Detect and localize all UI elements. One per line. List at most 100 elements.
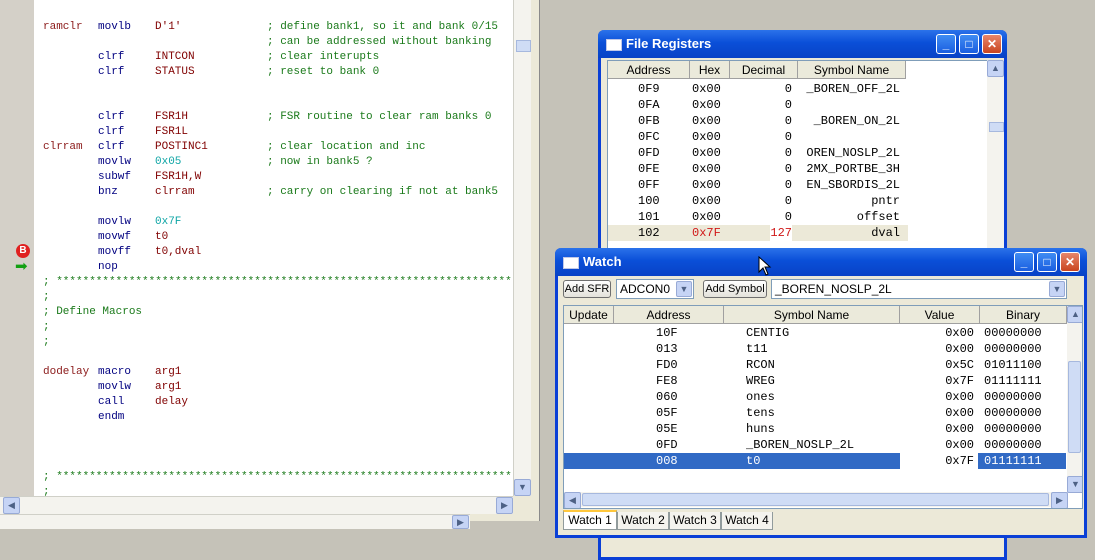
code-operand: STATUS xyxy=(155,66,195,78)
watch-horizontal-scrollbar[interactable]: ◀ ▶ xyxy=(564,492,1068,508)
watch-value[interactable]: 0x00 xyxy=(900,341,978,357)
code-area[interactable]: ramclr movlb D'1' ; define bank1, so it and… xyxy=(34,0,513,496)
sfr-select[interactable]: ADCON0 ▼ xyxy=(616,279,694,299)
breakpoint-icon[interactable]: B xyxy=(16,244,30,258)
scroll-right-icon[interactable]: ▶ xyxy=(452,515,469,529)
code-mnemonic: subwf xyxy=(98,171,132,183)
maximize-icon[interactable]: □ xyxy=(959,34,979,54)
editor-horizontal-scrollbar[interactable]: ◀ ▶ xyxy=(0,496,513,514)
watch-value[interactable]: 0x7F xyxy=(900,373,978,389)
register-row[interactable]: 0FE 0x00 0 2MX_PORTBE_3H xyxy=(608,161,908,177)
column-header-value[interactable]: Value xyxy=(900,306,980,324)
register-symbol: dval xyxy=(871,226,900,240)
watch-value[interactable]: 0x00 xyxy=(900,405,978,421)
register-symbol: _BOREN_ON_2L xyxy=(813,114,900,128)
code-operand: delay xyxy=(155,396,189,408)
symbol-select[interactable]: _BOREN_NOSLP_2L ▼ xyxy=(771,279,1067,299)
scroll-down-icon[interactable]: ▼ xyxy=(514,479,531,496)
code-operand: 0x7F xyxy=(155,216,182,228)
watch-value[interactable]: 0x7F xyxy=(900,453,978,469)
code-operand: POSTINC1 xyxy=(155,141,208,153)
watch-symbol: ones xyxy=(746,390,775,404)
scrollbar-thumb[interactable] xyxy=(582,493,1049,506)
scrollbar-thumb[interactable] xyxy=(989,122,1004,132)
watch-row[interactable]: 0FD _BOREN_NOSLP_2L 0x00 00000000 xyxy=(564,437,1066,453)
scrollbar-thumb[interactable] xyxy=(1068,361,1081,453)
column-header-address[interactable]: Address xyxy=(614,306,724,324)
register-row[interactable]: 0FC 0x00 0 xyxy=(608,129,908,145)
symbol-select-value: _BOREN_NOSLP_2L xyxy=(775,282,892,296)
code-operand: clrram xyxy=(155,186,195,198)
file-registers-titlebar[interactable]: File Registers _ □ ✕ xyxy=(598,30,1007,58)
register-row[interactable]: 100 0x00 0 pntr xyxy=(608,193,908,209)
register-row[interactable]: 0FB 0x00 0 _BOREN_ON_2L xyxy=(608,113,908,129)
code-mnemonic: movlw xyxy=(98,381,132,393)
scroll-up-icon[interactable]: ▲ xyxy=(1067,306,1082,323)
watch-row[interactable]: 05E huns 0x00 00000000 xyxy=(564,421,1066,437)
editor-gutter[interactable]: B ➡ xyxy=(0,0,35,496)
register-decimal: 0 xyxy=(784,146,792,160)
scroll-left-icon[interactable]: ◀ xyxy=(3,497,20,514)
close-icon[interactable]: ✕ xyxy=(1060,252,1080,272)
tab-watch-3[interactable]: Watch 3 xyxy=(669,512,721,530)
column-header-symbol-name[interactable]: Symbol Name xyxy=(724,306,900,324)
close-icon[interactable]: ✕ xyxy=(982,34,1002,54)
register-row[interactable]: 0F9 0x00 0 _BOREN_OFF_2L xyxy=(608,81,908,97)
watch-grid[interactable]: Update Address Symbol Name Value Binary … xyxy=(563,305,1083,509)
watch-row[interactable]: FD0 RCON 0x5C 01011100 xyxy=(564,357,1066,373)
watch-titlebar[interactable]: Watch _ □ ✕ xyxy=(555,248,1087,276)
register-row[interactable]: 0FF 0x00 0 EN_SBORDIS_2L xyxy=(608,177,908,193)
maximize-icon[interactable]: □ xyxy=(1037,252,1057,272)
minimize-icon[interactable]: _ xyxy=(936,34,956,54)
watch-row[interactable]: 008 t0 0x7F 01111111 xyxy=(564,453,1066,469)
tab-watch-2[interactable]: Watch 2 xyxy=(617,512,669,530)
watch-row[interactable]: 060 ones 0x00 00000000 xyxy=(564,389,1066,405)
watch-address: 05F xyxy=(656,406,678,420)
scroll-right-icon[interactable]: ▶ xyxy=(496,497,513,514)
code-mnemonic: movff xyxy=(98,246,132,258)
register-row[interactable]: 0FD 0x00 0 OREN_NOSLP_2L xyxy=(608,145,908,161)
watch-value[interactable]: 0x00 xyxy=(900,437,978,453)
watch-vertical-scrollbar[interactable]: ▲ ▼ xyxy=(1067,306,1082,493)
register-address: 0FB xyxy=(638,114,660,128)
chevron-down-icon[interactable]: ▼ xyxy=(676,281,692,297)
watch-value[interactable]: 0x00 xyxy=(900,325,978,341)
scroll-left-icon[interactable]: ◀ xyxy=(564,492,581,508)
scroll-up-icon[interactable]: ▲ xyxy=(987,60,1004,77)
watch-row[interactable]: 05F tens 0x00 00000000 xyxy=(564,405,1066,421)
column-header-address[interactable]: Address xyxy=(608,61,690,79)
code-mnemonic: macro xyxy=(98,366,132,378)
chevron-down-icon[interactable]: ▼ xyxy=(1049,281,1065,297)
watch-value[interactable]: 0x00 xyxy=(900,389,978,405)
column-header-binary[interactable]: Binary xyxy=(980,306,1067,324)
watch-value[interactable]: 0x5C xyxy=(900,357,978,373)
editor-vertical-scrollbar[interactable]: ▼ xyxy=(513,0,531,496)
window-icon xyxy=(563,257,579,269)
column-header-update[interactable]: Update xyxy=(564,306,614,324)
code-mnemonic: movlw xyxy=(98,216,132,228)
watch-row[interactable]: 013 t11 0x00 00000000 xyxy=(564,341,1066,357)
output-horizontal-scrollbar[interactable]: ▶ xyxy=(0,514,470,529)
watch-symbol: CENTIG xyxy=(746,326,790,340)
register-symbol: EN_SBORDIS_2L xyxy=(806,178,900,192)
scrollbar-thumb[interactable] xyxy=(516,40,531,52)
add-symbol-button[interactable]: Add Symbol xyxy=(703,280,767,298)
tab-watch-4[interactable]: Watch 4 xyxy=(721,512,773,530)
watch-value[interactable]: 0x00 xyxy=(900,421,978,437)
column-header-hex[interactable]: Hex xyxy=(690,61,730,79)
minimize-icon[interactable]: _ xyxy=(1014,252,1034,272)
register-row[interactable]: 102 0x7F 127 dval xyxy=(608,225,908,241)
register-row[interactable]: 0FA 0x00 0 xyxy=(608,97,908,113)
register-decimal: 0 xyxy=(784,178,792,192)
watch-row[interactable]: 10F CENTIG 0x00 00000000 xyxy=(564,325,1066,341)
add-sfr-button[interactable]: Add SFR xyxy=(563,280,611,298)
code-comment: ; clear location and inc xyxy=(267,141,426,153)
column-header-decimal[interactable]: Decimal xyxy=(730,61,798,79)
watch-window: Watch _ □ ✕ Add SFR ADCON0 ▼ Add Symbol … xyxy=(555,248,1087,538)
tab-watch-1[interactable]: Watch 1 xyxy=(563,510,617,530)
scroll-down-icon[interactable]: ▼ xyxy=(1067,476,1082,493)
register-row[interactable]: 101 0x00 0 offset xyxy=(608,209,908,225)
scroll-right-icon[interactable]: ▶ xyxy=(1051,492,1068,508)
column-header-symbol-name[interactable]: Symbol Name xyxy=(798,61,906,79)
watch-row[interactable]: FE8 WREG 0x7F 01111111 xyxy=(564,373,1066,389)
